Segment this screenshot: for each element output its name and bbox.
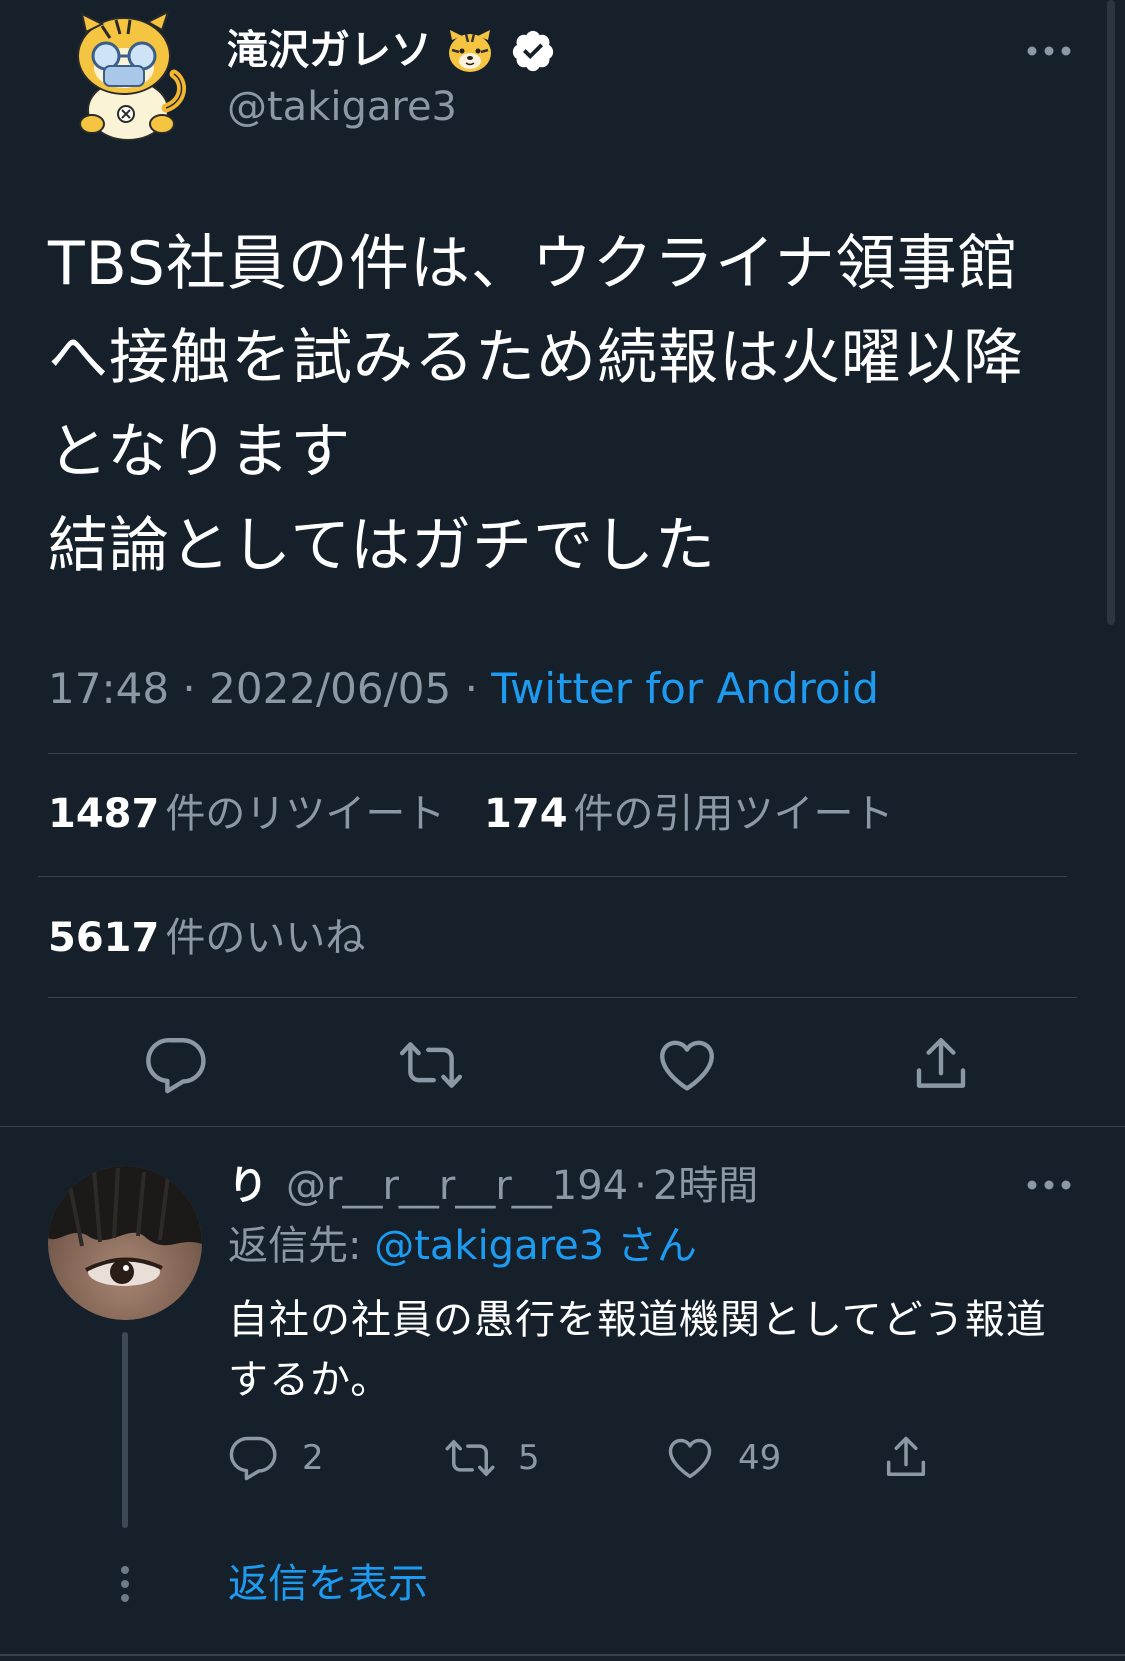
- scrollbar[interactable]: [1107, 0, 1115, 625]
- more-options-icon[interactable]: [1024, 1170, 1074, 1200]
- reply-author-name[interactable]: り: [228, 1163, 268, 1209]
- tiger-face-icon: [446, 28, 494, 74]
- quotes-stat[interactable]: 174 件の引用ツイート: [484, 791, 894, 837]
- divider: [48, 997, 1077, 998]
- author-handle[interactable]: @takigare3: [227, 82, 457, 132]
- divider: [38, 876, 1067, 877]
- quote-label: 件の引用ツイート: [573, 791, 894, 837]
- reply-like-count: 49: [738, 1438, 782, 1478]
- verified-badge-icon: [510, 28, 556, 74]
- replying-to-mention[interactable]: @takigare3 さん: [374, 1223, 697, 1269]
- quote-count: 174: [484, 791, 568, 837]
- like-icon[interactable]: [654, 1032, 720, 1098]
- retweet-quote-stats: 1487 件のリツイート 174 件の引用ツイート: [48, 788, 894, 840]
- share-icon[interactable]: [908, 1032, 974, 1098]
- reply-header: り @r__r__r__r__194 · 2時間: [228, 1160, 758, 1212]
- retweets-stat[interactable]: 1487 件のリツイート: [48, 791, 458, 837]
- tweet-source-link[interactable]: Twitter for Android: [491, 664, 879, 713]
- more-options-icon[interactable]: [1024, 36, 1074, 66]
- reply-reply-count: 2: [302, 1438, 324, 1478]
- author-avatar[interactable]: [66, 10, 192, 142]
- reply-retweet-button[interactable]: 5: [444, 1430, 540, 1486]
- author-display-name[interactable]: 滝沢ガレソ: [227, 24, 432, 76]
- reply-author-avatar[interactable]: [48, 1166, 202, 1320]
- thread-connector-line: [122, 1332, 128, 1528]
- reply-icon[interactable]: [144, 1032, 210, 1098]
- retweet-label: 件のリツイート: [165, 791, 446, 837]
- tweet-time[interactable]: 17:48: [48, 664, 169, 713]
- tweet-date[interactable]: 2022/06/05: [209, 664, 451, 713]
- meta-separator: ·: [182, 664, 196, 713]
- reply-like-button[interactable]: 49: [664, 1430, 781, 1486]
- mention-handle: @takigare3: [374, 1223, 605, 1269]
- replying-to-line: 返信先: @takigare3 さん: [228, 1220, 697, 1272]
- mention-suffix: さん: [616, 1223, 697, 1269]
- retweet-icon[interactable]: [398, 1032, 464, 1098]
- meta-separator: ·: [464, 664, 478, 713]
- like-label: 件のいいね: [165, 915, 366, 961]
- reply-reply-button[interactable]: 2: [228, 1430, 324, 1486]
- tweet-text: TBS社員の件は、ウクライナ領事館 へ接触を試みるため続報は火曜以降 となります…: [48, 229, 1024, 581]
- like-icon: [664, 1432, 716, 1484]
- reply-retweet-count: 5: [518, 1438, 540, 1478]
- divider: [48, 753, 1077, 754]
- likes-stat[interactable]: 5617 件のいいね: [48, 912, 365, 964]
- divider: [0, 1654, 1125, 1656]
- reply-text: 自社の社員の愚行を報道機関としてどう報道 するか。: [228, 1297, 1047, 1403]
- reply-avatar-photo: [48, 1166, 202, 1320]
- reply-author-handle[interactable]: @r__r__r__r__194: [286, 1163, 628, 1209]
- reply-icon: [228, 1432, 280, 1484]
- retweet-count: 1487: [48, 791, 160, 837]
- retweet-icon: [444, 1432, 496, 1484]
- replying-to-prefix: 返信先:: [228, 1223, 362, 1269]
- share-icon: [880, 1432, 932, 1484]
- thread-dots-icon: [116, 1564, 134, 1604]
- like-count: 5617: [48, 915, 160, 961]
- tweet-metadata: 17:48 · 2022/06/05 · Twitter for Android: [48, 662, 879, 716]
- meta-separator: ·: [634, 1163, 647, 1209]
- reply-timestamp[interactable]: 2時間: [653, 1163, 758, 1209]
- show-replies-link[interactable]: 返信を表示: [228, 1558, 428, 1610]
- divider: [0, 1126, 1125, 1127]
- tiger-mascot-avatar-image: [77, 10, 186, 141]
- reply-share-button[interactable]: [880, 1430, 932, 1486]
